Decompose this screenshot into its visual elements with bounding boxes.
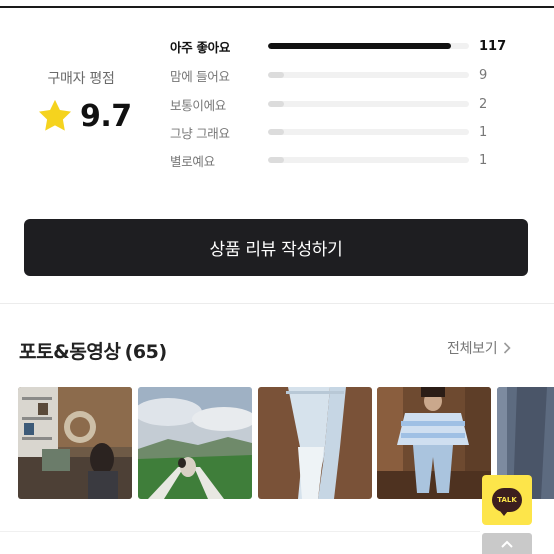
rating-bar xyxy=(268,72,469,78)
photo-count: (65) xyxy=(124,341,168,363)
section-divider xyxy=(0,303,554,304)
rating-bar-fill xyxy=(268,129,285,135)
rating-bar xyxy=(268,157,469,163)
rating-bar-fill xyxy=(268,157,285,163)
scroll-top-button[interactable] xyxy=(482,533,532,554)
photo-mirror-selfie xyxy=(377,387,491,499)
score-row: 9.7 xyxy=(36,97,146,135)
rating-label: 구매자 평점 xyxy=(47,71,115,87)
rating-row-count: 9 xyxy=(479,67,488,83)
rating-row-label: 보통이에요 xyxy=(170,97,227,113)
star-icon xyxy=(39,99,71,131)
rating-row-count: 2 xyxy=(479,96,488,112)
see-all-link[interactable]: 전체보기 xyxy=(447,338,512,358)
rating-row-so-so: 그냥 그래요 1 xyxy=(170,122,510,142)
write-review-button[interactable]: 상품 리뷰 작성하기 xyxy=(24,219,528,276)
review-photo-thumbnail[interactable] xyxy=(138,387,252,499)
review-photo-thumbnail[interactable] xyxy=(258,387,372,499)
talk-bubble-icon: TALK xyxy=(492,488,522,516)
photo-section-label: 포토&동영상 xyxy=(19,341,121,363)
photo-section-title: 포토&동영상 (65) xyxy=(19,337,167,364)
rating-bar-fill xyxy=(268,43,451,49)
rating-row-like: 맘에 들어요 9 xyxy=(170,65,510,85)
rating-row-bad: 별로예요 1 xyxy=(170,150,510,170)
chevron-up-icon xyxy=(501,540,513,548)
rating-bar xyxy=(268,129,469,135)
rating-row-label: 그냥 그래요 xyxy=(170,125,230,141)
talk-chat-button[interactable]: TALK xyxy=(482,475,532,525)
photo-cafe-interior xyxy=(18,387,132,499)
review-photo-thumbnail[interactable] xyxy=(377,387,491,499)
rating-bar-fill xyxy=(268,101,285,107)
chevron-right-icon xyxy=(504,342,511,354)
rating-row-average: 보통이에요 2 xyxy=(170,94,510,114)
rating-row-very-good: 아주 좋아요 117 xyxy=(170,36,510,56)
rating-row-count: 1 xyxy=(479,152,488,168)
photo-mountain-view xyxy=(138,387,252,499)
rating-row-count: 117 xyxy=(479,38,507,54)
top-divider xyxy=(0,6,554,8)
photo-jeans-flatlay xyxy=(258,387,372,499)
section-divider xyxy=(0,531,480,532)
rating-bar xyxy=(268,101,469,107)
rating-summary: 구매자 평점 9.7 xyxy=(36,68,146,135)
rating-bar xyxy=(268,43,469,49)
rating-bar-fill xyxy=(268,72,285,78)
rating-row-label: 맘에 들어요 xyxy=(170,68,230,84)
talk-label: TALK xyxy=(497,496,517,504)
see-all-label: 전체보기 xyxy=(447,341,498,357)
rating-row-count: 1 xyxy=(479,124,488,140)
score-value: 9.7 xyxy=(80,98,132,134)
review-photo-thumbnail[interactable] xyxy=(18,387,132,499)
rating-row-label: 별로예요 xyxy=(170,153,215,169)
rating-row-label: 아주 좋아요 xyxy=(170,39,231,55)
